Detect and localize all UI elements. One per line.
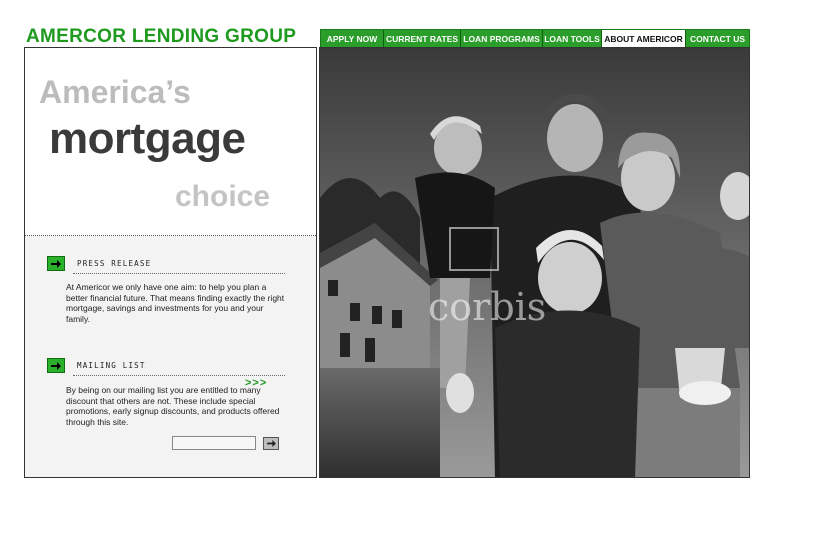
mailing-list-header: MAILING LIST (47, 358, 146, 373)
press-release-text: At Americor we only have one aim: to hel… (66, 282, 285, 324)
nav-about-americor[interactable]: ABOUT AMERICOR (602, 30, 686, 47)
nav-current-rates[interactable]: CURRENT RATES (384, 30, 461, 47)
mailing-list-text: By being on our mailing list you are ent… (66, 385, 280, 427)
press-release-arrow-button[interactable] (47, 256, 65, 271)
press-release-title: PRESS RELEASE (77, 259, 152, 268)
tagline-line-1: America’s (39, 74, 191, 110)
mailing-list-email-input[interactable] (172, 436, 256, 450)
press-release-rule (73, 273, 285, 274)
watermark-text: corbis (428, 285, 546, 329)
press-release-header: PRESS RELEASE (47, 256, 151, 271)
arrow-right-icon (51, 259, 61, 268)
arrow-right-icon (51, 361, 61, 370)
mailing-list-rule (73, 375, 285, 376)
mailing-list-submit-button[interactable] (263, 437, 279, 450)
mailing-list-arrow-button[interactable] (47, 358, 65, 373)
arrow-right-icon (266, 440, 276, 447)
nav-loan-programs[interactable]: LOAN PROGRAMS (461, 30, 543, 47)
top-nav: APPLY NOW CURRENT RATES LOAN PROGRAMS LO… (320, 29, 750, 48)
tagline-line-2: mortgage (49, 114, 246, 163)
news-panel: PRESS RELEASE At Americor we only have o… (25, 236, 316, 477)
tagline-line-3: choice (175, 180, 271, 213)
hero-tagline: America’s mortgage choice (25, 48, 316, 236)
family-photo-image: corbis (320, 48, 749, 477)
nav-loan-tools[interactable]: LOAN TOOLS (543, 30, 602, 47)
mailing-list-title: MAILING LIST (77, 361, 146, 370)
family-photo: corbis (319, 47, 750, 478)
site-logo[interactable]: AMERCOR LENDING GROUP (26, 26, 296, 48)
left-panel: America’s mortgage choice PRESS RELEASE … (24, 47, 317, 478)
nav-contact-us[interactable]: CONTACT US (686, 30, 749, 47)
nav-apply-now[interactable]: APPLY NOW (321, 30, 384, 47)
